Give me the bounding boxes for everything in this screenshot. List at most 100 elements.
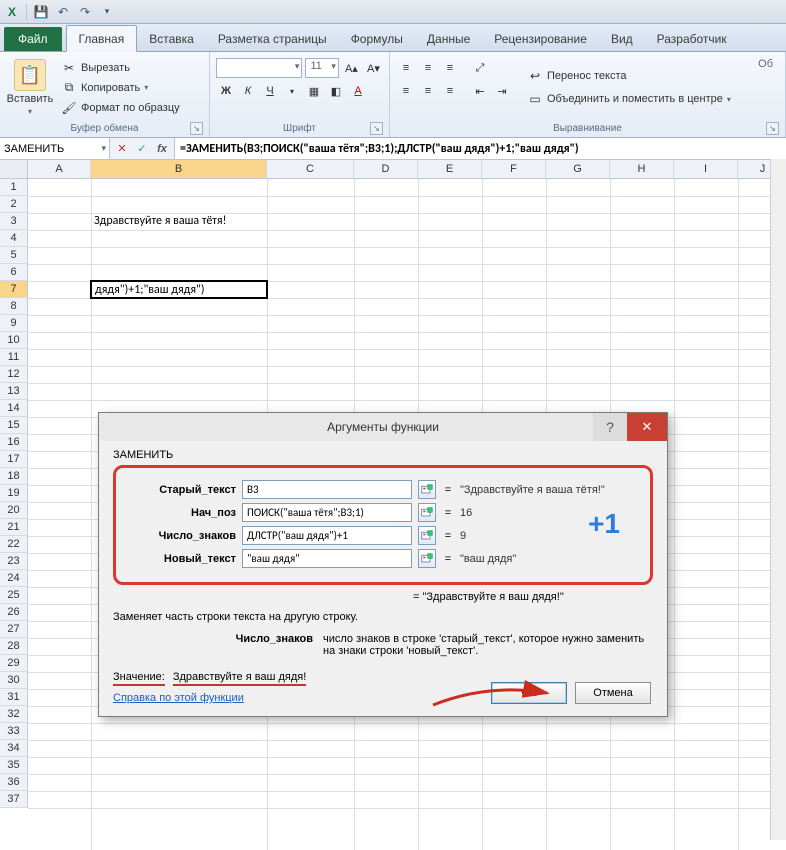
function-help-link[interactable]: Справка по этой функции [113, 692, 244, 704]
row-header[interactable]: 36 [0, 774, 28, 791]
vertical-scrollbar[interactable] [770, 159, 786, 840]
align-right-icon[interactable]: ≡ [440, 81, 460, 101]
row-header[interactable]: 16 [0, 434, 28, 451]
row-header[interactable]: 20 [0, 502, 28, 519]
column-header[interactable]: F [482, 160, 546, 179]
row-header[interactable]: 21 [0, 519, 28, 536]
arg-input[interactable] [242, 549, 412, 568]
tab-data[interactable]: Данные [415, 26, 482, 51]
align-top-icon[interactable]: ≡ [396, 58, 416, 78]
dialog-help-icon[interactable]: ? [593, 413, 627, 441]
shrink-font-icon[interactable]: A▾ [364, 58, 383, 78]
clipboard-dialog-launcher-icon[interactable]: ↘ [190, 122, 203, 135]
font-dialog-launcher-icon[interactable]: ↘ [370, 122, 383, 135]
cell-value[interactable]: Здравствуйте я ваша тётя! [91, 213, 351, 230]
align-bottom-icon[interactable]: ≡ [440, 58, 460, 78]
qat-customize-icon[interactable]: ▾ [99, 4, 115, 20]
row-header[interactable]: 4 [0, 230, 28, 247]
row-header[interactable]: 28 [0, 638, 28, 655]
alignment-dialog-launcher-icon[interactable]: ↘ [766, 122, 779, 135]
fill-color-icon[interactable]: ◧ [326, 81, 346, 101]
font-color-icon[interactable]: A [348, 81, 368, 101]
row-header[interactable]: 18 [0, 468, 28, 485]
row-header[interactable]: 25 [0, 587, 28, 604]
row-header[interactable]: 34 [0, 740, 28, 757]
increase-indent-icon[interactable]: ⇥ [492, 81, 512, 101]
tab-review[interactable]: Рецензирование [482, 26, 599, 51]
row-header[interactable]: 17 [0, 451, 28, 468]
name-box[interactable]: ЗАМЕНИТЬ [0, 138, 110, 159]
row-header[interactable]: 27 [0, 621, 28, 638]
row-header[interactable]: 24 [0, 570, 28, 587]
range-selector-icon[interactable] [418, 503, 436, 522]
dialog-titlebar[interactable]: Аргументы функции ? ✕ [99, 413, 667, 441]
row-header[interactable]: 30 [0, 672, 28, 689]
align-middle-icon[interactable]: ≡ [418, 58, 438, 78]
row-header[interactable]: 5 [0, 247, 28, 264]
italic-icon[interactable]: К [238, 81, 258, 101]
range-selector-icon[interactable] [418, 480, 436, 499]
row-header[interactable]: 3 [0, 213, 28, 230]
row-header[interactable]: 7 [0, 281, 28, 298]
column-header[interactable]: A [28, 160, 91, 179]
range-selector-icon[interactable] [418, 549, 436, 568]
format-painter-button[interactable]: 🖌Формат по образцу [58, 98, 183, 118]
row-header[interactable]: 14 [0, 400, 28, 417]
tab-view[interactable]: Вид [599, 26, 645, 51]
dialog-close-icon[interactable]: ✕ [627, 413, 667, 441]
file-tab[interactable]: Файл [4, 27, 62, 51]
row-header[interactable]: 11 [0, 349, 28, 366]
row-header[interactable]: 2 [0, 196, 28, 213]
borders-icon[interactable]: ▦ [304, 81, 324, 101]
undo-icon[interactable]: ↶ [55, 4, 71, 20]
paste-button[interactable]: 📋 Вставить ▾ [6, 54, 54, 121]
row-header[interactable]: 1 [0, 179, 28, 196]
select-all-corner[interactable] [0, 160, 28, 179]
column-header[interactable]: G [546, 160, 610, 179]
ok-button[interactable]: ОК [491, 682, 567, 704]
row-header[interactable]: 19 [0, 485, 28, 502]
row-header[interactable]: 23 [0, 553, 28, 570]
row-header[interactable]: 33 [0, 723, 28, 740]
active-cell[interactable]: дядя")+1;"ваш дядя") [90, 280, 268, 299]
column-header[interactable]: C [267, 160, 354, 179]
align-left-icon[interactable]: ≡ [396, 81, 416, 101]
row-header[interactable]: 32 [0, 706, 28, 723]
row-header[interactable]: 10 [0, 332, 28, 349]
copy-button[interactable]: ⧉Копировать ▾ [58, 78, 183, 98]
save-icon[interactable]: 💾 [33, 4, 49, 20]
row-header[interactable]: 35 [0, 757, 28, 774]
row-header[interactable]: 6 [0, 264, 28, 281]
tab-home[interactable]: Главная [66, 25, 138, 52]
row-header[interactable]: 22 [0, 536, 28, 553]
arg-input[interactable] [242, 480, 412, 499]
row-header[interactable]: 8 [0, 298, 28, 315]
insert-function-icon[interactable]: fx [154, 141, 170, 157]
arg-input[interactable] [242, 503, 412, 522]
row-header[interactable]: 26 [0, 604, 28, 621]
cell-editing-value[interactable]: дядя")+1;"ваш дядя") [92, 282, 266, 298]
arg-input[interactable] [242, 526, 412, 545]
font-size-combo[interactable]: 11 [305, 58, 338, 78]
column-header[interactable]: H [610, 160, 674, 179]
orientation-icon[interactable]: ⤢ [470, 58, 490, 78]
formula-input[interactable]: =ЗАМЕНИТЬ(B3;ПОИСК("ваша тётя";B3;1);ДЛС… [175, 138, 786, 159]
row-header[interactable]: 13 [0, 383, 28, 400]
align-center-icon[interactable]: ≡ [418, 81, 438, 101]
row-header[interactable]: 31 [0, 689, 28, 706]
tab-insert[interactable]: Вставка [137, 26, 206, 51]
cut-button[interactable]: ✂Вырезать [58, 58, 183, 78]
row-header[interactable]: 12 [0, 366, 28, 383]
merge-center-button[interactable]: ▭Объединить и поместить в центре ▾ [524, 89, 734, 109]
row-header[interactable]: 29 [0, 655, 28, 672]
column-header[interactable]: E [418, 160, 482, 179]
column-header[interactable]: I [674, 160, 738, 179]
column-header[interactable]: B [91, 160, 267, 179]
font-family-combo[interactable] [216, 58, 302, 78]
column-header[interactable]: D [354, 160, 418, 179]
row-header[interactable]: 37 [0, 791, 28, 808]
tab-developer[interactable]: Разработчик [645, 26, 739, 51]
tab-pagelayout[interactable]: Разметка страницы [206, 26, 339, 51]
cancel-button[interactable]: Отмена [575, 682, 651, 704]
range-selector-icon[interactable] [418, 526, 436, 545]
